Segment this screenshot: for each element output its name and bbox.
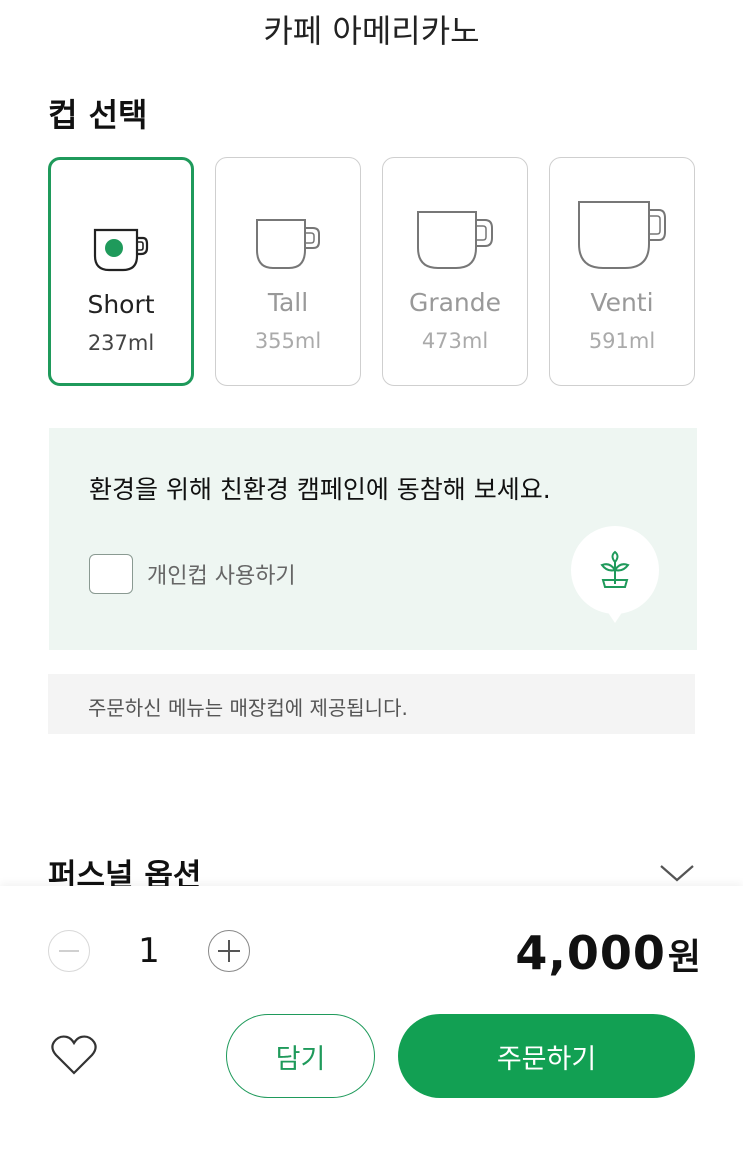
plant-icon: [600, 550, 630, 588]
cup-volume: 591ml: [588, 329, 656, 353]
eco-campaign-box: 환경을 위해 친환경 캠페인에 동참해 보세요. 개인컵 사용하기: [49, 428, 697, 650]
decrease-button[interactable]: [48, 930, 90, 972]
cup-name: Tall: [267, 288, 309, 317]
eco-message: 환경을 위해 친환경 캠페인에 동참해 보세요.: [89, 475, 551, 504]
total-price: 4,000 원: [515, 926, 701, 980]
cup-name: Venti: [590, 288, 654, 317]
cup-size-selector: Short 237ml Tall 355ml Grande 473ml Vent…: [48, 157, 695, 386]
cup-notice: 주문하신 메뉴는 매장컵에 제공됩니다.: [48, 674, 695, 734]
quantity-value: 1: [138, 931, 160, 971]
add-to-cart-button[interactable]: 담기: [226, 1014, 375, 1098]
personal-cup-checkbox[interactable]: [89, 554, 133, 594]
short-cup-icon: [93, 228, 149, 272]
plus-icon: [218, 940, 240, 962]
venti-cup-icon: [578, 201, 666, 269]
price-amount: 4,000: [515, 926, 666, 980]
cup-volume: 237ml: [87, 331, 155, 355]
cup-option-grande[interactable]: Grande 473ml: [382, 157, 528, 386]
cup-option-venti[interactable]: Venti 591ml: [549, 157, 695, 386]
chevron-down-icon[interactable]: [659, 863, 695, 883]
menu-detail-page: 카페 아메리카노 컵 선택 Short 237ml Tall 355ml Gra…: [0, 0, 743, 1157]
increase-button[interactable]: [208, 930, 250, 972]
quantity-stepper: 1: [48, 930, 250, 972]
cup-volume: 355ml: [254, 329, 322, 353]
personal-cup-option[interactable]: 개인컵 사용하기: [89, 554, 296, 594]
favorite-button[interactable]: [50, 1034, 98, 1080]
heart-icon: [51, 1035, 97, 1075]
cup-volume: 473ml: [421, 329, 489, 353]
page-title: 카페 아메리카노: [263, 12, 480, 50]
price-currency: 원: [667, 937, 701, 978]
cup-option-short[interactable]: Short 237ml: [48, 157, 194, 386]
minus-icon: [59, 950, 79, 952]
cup-section-heading: 컵 선택: [48, 96, 148, 134]
cup-option-tall[interactable]: Tall 355ml: [215, 157, 361, 386]
cup-name: Short: [87, 290, 155, 319]
cup-name: Grande: [408, 288, 502, 317]
personal-cup-label: 개인컵 사용하기: [147, 564, 296, 589]
order-button[interactable]: 주문하기: [398, 1014, 695, 1098]
plant-icon-bubble: [571, 526, 659, 623]
tall-cup-icon: [256, 219, 320, 269]
order-bar: 1 4,000 원 담기 주문하기: [0, 886, 743, 1157]
grande-cup-icon: [417, 211, 493, 269]
